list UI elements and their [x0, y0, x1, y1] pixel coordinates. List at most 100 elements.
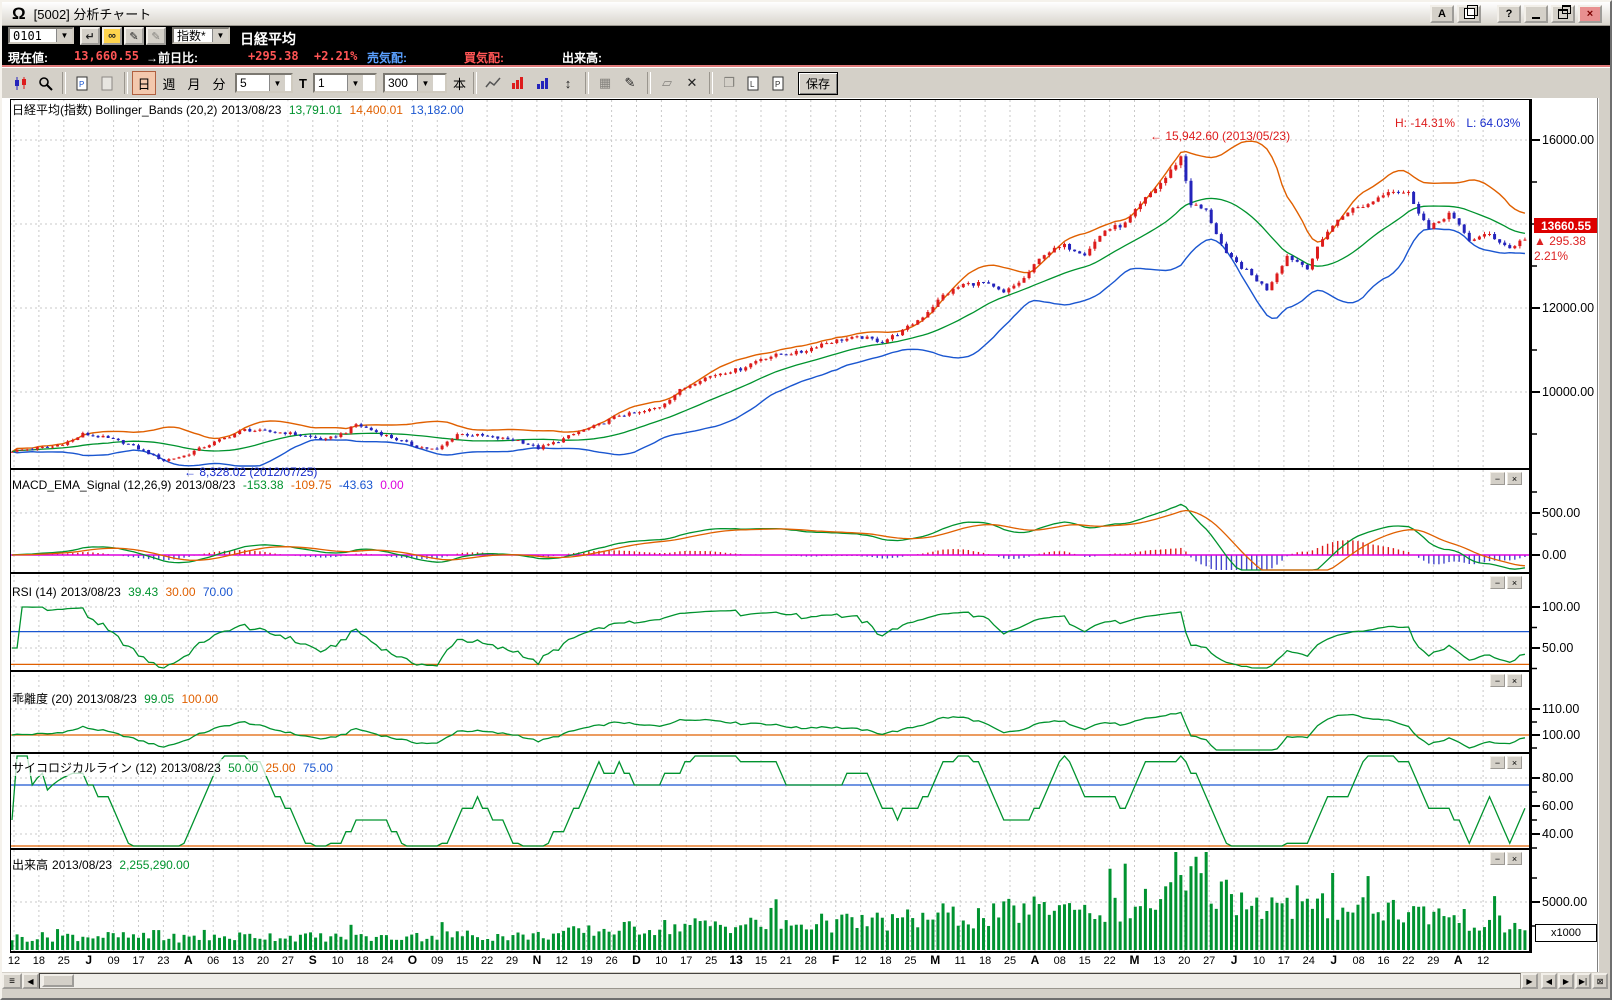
volume-bar — [597, 931, 600, 950]
edit-note-button[interactable]: ✎ — [124, 27, 144, 45]
volume-bar — [972, 928, 975, 950]
nav-end-button[interactable]: ▶| — [1575, 973, 1591, 989]
updown-arrows-icon[interactable]: ↕ — [556, 71, 580, 95]
panel-close-button[interactable]: × — [1507, 852, 1522, 865]
page-prev-icon[interactable]: L — [742, 71, 766, 95]
panel-minimize-button[interactable]: − — [1490, 472, 1505, 485]
candle-body — [1038, 259, 1041, 264]
panel-close-button[interactable]: × — [1507, 576, 1522, 589]
panel-minimize-button[interactable]: − — [1490, 756, 1505, 769]
candle-body — [71, 440, 74, 442]
font-button[interactable]: A — [1430, 5, 1454, 23]
t-select[interactable]: 1 ▼ — [313, 73, 377, 93]
candle-body — [795, 351, 798, 354]
symbol-code-input[interactable]: 0101 — [10, 29, 56, 43]
chevron-down-icon[interactable]: ▼ — [269, 75, 285, 91]
panel-close-button[interactable]: × — [1507, 472, 1522, 485]
search-binoculars-button[interactable]: ∞ — [102, 27, 122, 45]
restore-button[interactable] — [1551, 5, 1575, 23]
blue-histogram-icon[interactable] — [531, 71, 555, 95]
volume-bar — [780, 929, 783, 950]
scrollbar-track[interactable] — [39, 973, 1521, 989]
svg-text:P: P — [775, 80, 780, 89]
volume-bar — [1387, 903, 1390, 950]
symbol-code-combo[interactable]: 0101 ▼ — [8, 27, 74, 44]
title-bar[interactable]: Ω [5002] 分析チャート A ? × — [2, 2, 1610, 26]
volume-bar — [430, 936, 433, 950]
bar-count-select[interactable]: 300 ▼ — [383, 73, 447, 93]
bollinger-lower-line — [12, 229, 1525, 466]
panel-minimize-button[interactable]: − — [1490, 674, 1505, 687]
candle-body — [1498, 239, 1501, 242]
volume-bar — [967, 924, 970, 950]
volume-bar — [1523, 930, 1526, 950]
candle-body — [395, 438, 398, 440]
new-page-icon[interactable]: P — [70, 71, 94, 95]
bid-label: 買気配: — [464, 49, 504, 66]
volume-bar — [1331, 873, 1334, 950]
volume-bar — [213, 935, 216, 950]
volume-bar — [425, 939, 428, 950]
panel-minimize-button[interactable]: − — [1490, 852, 1505, 865]
panel-close-button[interactable]: × — [1507, 756, 1522, 769]
candle-body — [1493, 234, 1496, 239]
copy-window-button[interactable] — [1457, 5, 1481, 23]
volume-bar — [1068, 903, 1071, 950]
scrollbar-thumb[interactable] — [42, 974, 74, 987]
nav-close-button[interactable]: ⊠ — [1592, 973, 1608, 989]
grip-icon[interactable]: ≡ — [2, 973, 22, 989]
chevron-down-icon[interactable]: ▼ — [212, 29, 228, 42]
scroll-right-button[interactable]: ▶ — [1521, 973, 1538, 989]
red-histogram-icon[interactable] — [506, 71, 530, 95]
candle-body — [1362, 207, 1365, 208]
eraser-icon[interactable]: ▱ — [655, 71, 679, 95]
scroll-left-button[interactable]: ◀ — [22, 973, 39, 989]
volume-bar — [405, 937, 408, 950]
candle-body — [1002, 289, 1005, 292]
interval-select[interactable]: 5 ▼ — [235, 73, 293, 93]
x-axis-label: J — [1330, 953, 1337, 967]
page-next-icon[interactable]: P — [767, 71, 791, 95]
candle-body — [1270, 282, 1273, 290]
candle-body — [289, 432, 292, 434]
volume-bar — [1478, 931, 1481, 950]
period-minute-button[interactable]: 分 — [207, 71, 231, 95]
help-button[interactable]: ? — [1497, 5, 1521, 23]
chevron-down-icon[interactable]: ▼ — [417, 75, 433, 91]
nav-next-button[interactable]: ▶ — [1558, 973, 1574, 989]
period-daily-button[interactable]: 日 — [132, 71, 156, 95]
candle-body — [770, 357, 773, 359]
panel-close-button[interactable]: × — [1507, 674, 1522, 687]
volume-bar — [1144, 889, 1147, 950]
pencil-icon[interactable]: ✎ — [618, 71, 642, 95]
delete-x-icon[interactable]: ✕ — [680, 71, 704, 95]
window-layout-icon[interactable]: ❐ — [717, 71, 741, 95]
app-logo-icon: Ω — [12, 5, 26, 22]
period-monthly-button[interactable]: 月 — [182, 71, 206, 95]
chart-canvas[interactable]: 121825J091723A06132027S101824O09152229N1… — [2, 98, 1600, 972]
copy-page-icon[interactable] — [95, 71, 119, 95]
zoom-icon[interactable] — [33, 71, 57, 95]
grid-icon[interactable]: ▦ — [593, 71, 617, 95]
category-combo[interactable]: 指数* ▼ — [172, 27, 230, 44]
candle-body — [51, 447, 54, 448]
candle-body — [390, 435, 393, 438]
volume-bar — [1402, 922, 1405, 950]
panel-minimize-button[interactable]: − — [1490, 576, 1505, 589]
nav-prev-button[interactable]: ◀ — [1541, 973, 1557, 989]
minimize-button[interactable] — [1524, 5, 1548, 23]
volume-bar — [1407, 912, 1410, 950]
chevron-down-icon[interactable]: ▼ — [56, 29, 72, 42]
candlestick-mode-icon[interactable] — [8, 71, 32, 95]
close-button[interactable]: × — [1578, 5, 1602, 23]
enter-button[interactable]: ↵ — [80, 27, 100, 45]
volume-bar — [926, 920, 929, 950]
current-price-value: 13,660.55 — [74, 49, 139, 63]
line-draw-icon[interactable] — [481, 71, 505, 95]
period-weekly-button[interactable]: 週 — [157, 71, 181, 95]
pen-off-button[interactable]: ✎ — [146, 27, 166, 45]
candle-body — [1093, 242, 1096, 249]
volume-bar — [623, 922, 626, 950]
chevron-down-icon[interactable]: ▼ — [347, 75, 363, 91]
save-button[interactable]: 保存 — [798, 72, 838, 95]
